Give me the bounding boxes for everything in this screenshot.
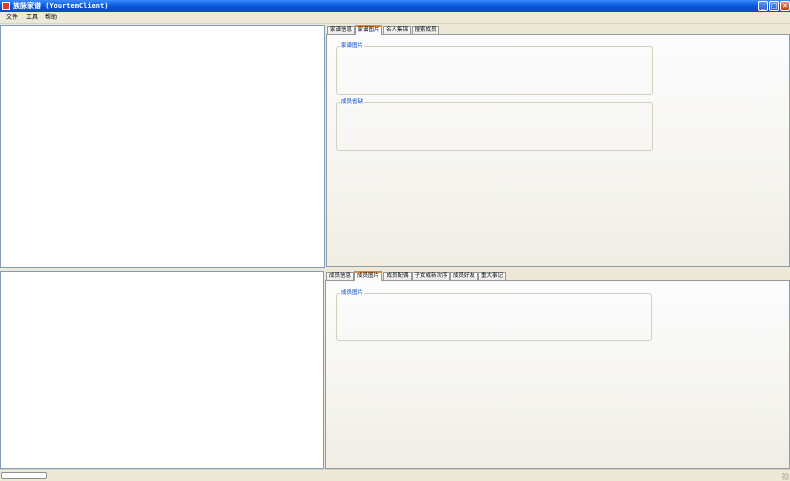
tab-family-info[interactable]: 家谱信息 — [327, 26, 355, 34]
app-icon — [2, 2, 10, 10]
menu-help[interactable]: 帮助 — [44, 13, 58, 22]
tab-member-friends[interactable]: 成员好友 — [450, 272, 478, 280]
tab-family-pictures[interactable]: 家谱图片 — [355, 25, 382, 35]
bottom-tab-strip: 成员信息 成员图片 成员配偶 子女或新次序 成员好友 重大事记 — [325, 271, 790, 281]
member-list-pane[interactable] — [0, 271, 324, 469]
tab-children-order[interactable]: 子女或新次序 — [412, 272, 450, 280]
member-default-group: 成员省缺 — [336, 99, 653, 151]
menu-bar: 文件 工具 帮助 — [0, 12, 790, 24]
family-picture-group-label: 家谱图片 — [340, 43, 365, 50]
menu-tools[interactable]: 工具 — [25, 13, 39, 22]
maximize-button[interactable]: □ — [769, 1, 779, 11]
top-tab-panel: 家谱图片 成员省缺 — [326, 34, 790, 267]
progress-bar — [1, 472, 47, 479]
tab-member-pictures[interactable]: 成员图片 — [354, 271, 382, 281]
bottom-tab-panel: 成员图片 — [325, 280, 790, 469]
member-picture-group: 成员图片 — [336, 290, 652, 341]
title-bar: 族脉家谱 (YourtemClient) _ □ ✕ — [0, 0, 790, 12]
tab-famous-people[interactable]: 名人集锦 — [383, 26, 411, 34]
family-picture-group: 家谱图片 — [336, 43, 653, 95]
close-button[interactable]: ✕ — [780, 1, 790, 11]
tab-member-info[interactable]: 成员信息 — [326, 272, 354, 280]
tab-member-spouse[interactable]: 成员配偶 — [383, 272, 412, 280]
member-picture-group-label: 成员图片 — [340, 290, 365, 297]
status-bar — [0, 469, 790, 481]
window-title: 族脉家谱 (YourtemClient) — [13, 2, 109, 10]
tab-search-members[interactable]: 搜索成员 — [412, 26, 439, 34]
minimize-button[interactable]: _ — [758, 1, 768, 11]
family-tree-pane[interactable] — [0, 25, 325, 268]
menu-file[interactable]: 文件 — [5, 13, 19, 22]
tab-major-events[interactable]: 重大事记 — [478, 272, 506, 280]
resize-grip[interactable] — [782, 473, 789, 480]
member-default-group-label: 成员省缺 — [340, 99, 365, 106]
top-tab-strip: 家谱信息 家谱图片 名人集锦 搜索成员 — [326, 25, 790, 35]
